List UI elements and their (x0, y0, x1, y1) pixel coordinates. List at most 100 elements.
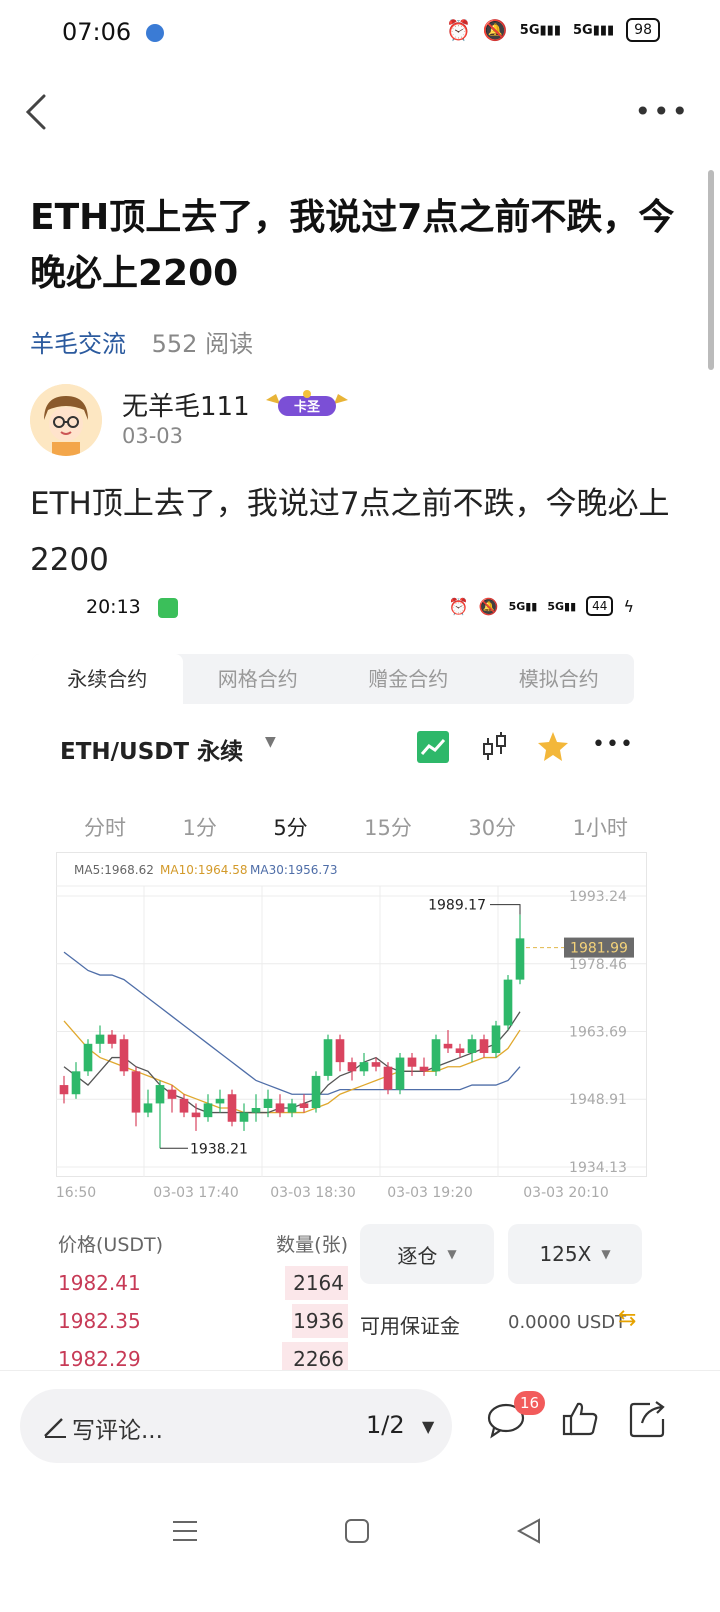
leverage-select[interactable]: 125X ▼ (508, 1224, 642, 1284)
post-date: 03-03 (122, 424, 184, 448)
scrollbar[interactable] (708, 170, 714, 370)
candle-body (383, 1066, 393, 1090)
signal-2-icon: 5G▮▮ (547, 599, 577, 613)
back-icon[interactable] (20, 90, 56, 134)
candle-body (323, 1039, 333, 1076)
comment-count-badge: 16 (514, 1391, 546, 1415)
candle-body (215, 1098, 225, 1104)
leverage-value: 125X (539, 1242, 592, 1266)
contract-tabs: 永续合约 网格合约 赠金合约 模拟合约 (32, 654, 634, 704)
chart-toggle-icon[interactable] (416, 730, 450, 764)
caret-down-icon[interactable]: ▼ (265, 734, 276, 750)
page-indicator[interactable]: 1/2 (366, 1411, 405, 1439)
tab-bonus[interactable]: 赠金合约 (333, 654, 484, 704)
status-time: 07:06 (62, 18, 132, 46)
caret-down-icon: ▼ (447, 1247, 457, 1261)
embedded-screenshot[interactable]: 20:13 ⏰ 🔕 5G▮▮ 5G▮▮ 44 ϟ 永续合约 网格合约 赠金合约 … (28, 590, 650, 1370)
back-nav-icon[interactable] (514, 1516, 544, 1546)
candlestick-chart[interactable]: MA5:1968.62 MA10:1964.58 MA30:1956.73 19… (56, 852, 648, 1202)
tab-grid[interactable]: 网格合约 (183, 654, 334, 704)
qty-header: 数量(张) (276, 1234, 348, 1256)
candle-body (479, 1039, 489, 1053)
embedded-status-icons: ⏰ 🔕 5G▮▮ 5G▮▮ 44 ϟ (449, 596, 634, 616)
candlestick-icon[interactable] (478, 730, 512, 764)
available-margin-value: 0.0000 USDT (508, 1312, 627, 1333)
status-bar: 07:06 ⏰ 🔕 5G▮▮▮ 5G▮▮▮ 98 (0, 0, 720, 64)
candle-body (131, 1071, 141, 1113)
tab-perpetual[interactable]: 永续合约 (32, 654, 183, 704)
signal-1-icon: 5G▮▮ (508, 599, 538, 613)
pencil-icon (44, 1418, 66, 1438)
author-name[interactable]: 无羊毛111 (122, 386, 250, 423)
candle-body (431, 1039, 441, 1072)
more-icon[interactable]: ••• (592, 730, 633, 764)
x-tick-label: 03-03 20:10 (523, 1185, 608, 1201)
candle-body (467, 1039, 477, 1053)
transfer-icon[interactable]: ⇆ (618, 1306, 636, 1331)
signal-1-icon: 5G▮▮▮ (519, 22, 561, 38)
alarm-icon: ⏰ (445, 18, 471, 42)
bottom-action-bar: 写评论... 1/2 ▼ 16 (0, 1370, 720, 1480)
candle-body (203, 1103, 213, 1118)
x-tick-label: 03-03 17:40 (153, 1185, 238, 1201)
available-margin-label: 可用保证金 (360, 1314, 460, 1338)
embedded-app-icon (158, 598, 178, 618)
margin-mode-select[interactable]: 逐仓 ▼ (360, 1224, 494, 1284)
charging-icon: ϟ (623, 596, 634, 616)
home-icon[interactable] (342, 1516, 372, 1546)
tab-simulated[interactable]: 模拟合约 (484, 654, 635, 704)
candle-body (227, 1094, 237, 1122)
interval-tab[interactable]: 30分 (468, 812, 516, 842)
ask-price: 1982.35 (58, 1309, 141, 1333)
order-book: 价格(USDT) 数量(张) 1982.41 2164 1982.35 1936… (58, 1230, 348, 1370)
ask-qty: 2164 (293, 1271, 344, 1295)
order-book-row[interactable]: 1982.41 2164 (58, 1264, 348, 1302)
alarm-icon: ⏰ (448, 596, 469, 616)
interval-tab[interactable]: 1分 (182, 812, 216, 842)
y-axis-labels: 1993.24 1978.46 1963.69 1948.91 1934.13 (569, 889, 627, 1176)
interval-tab[interactable]: 分时 (84, 812, 126, 842)
share-icon[interactable] (628, 1399, 668, 1439)
menu-icon[interactable] (170, 1516, 200, 1546)
ask-price: 1982.29 (58, 1347, 141, 1370)
battery-icon: 98 (626, 18, 660, 42)
x-tick-label: 03-03 19:20 (387, 1185, 472, 1201)
user-rank-badge: 卡圣 (266, 390, 348, 416)
order-book-row[interactable]: 1982.29 2266 (58, 1340, 348, 1370)
candle-body (419, 1066, 429, 1072)
interval-tab[interactable]: 5分 (273, 812, 307, 842)
y-tick-label: 1934.13 (569, 1160, 627, 1176)
candle-body (71, 1071, 81, 1095)
trading-pair[interactable]: ETH/USDT 永续 (60, 732, 243, 766)
avatar[interactable] (30, 384, 102, 456)
candle-body (347, 1062, 357, 1072)
candle-body (251, 1107, 261, 1113)
candle-body (155, 1085, 165, 1104)
comment-input[interactable]: 写评论... 1/2 ▼ (20, 1389, 452, 1463)
candle-body (455, 1048, 465, 1053)
candle-body (191, 1112, 201, 1118)
like-icon[interactable] (560, 1399, 600, 1439)
favorite-star-icon[interactable] (536, 730, 570, 764)
ask-qty: 1936 (293, 1309, 344, 1333)
last-price-label: 1981.99 (570, 941, 628, 957)
interval-tab[interactable]: 15分 (364, 812, 412, 842)
candle-body (371, 1062, 381, 1067)
system-navigation (0, 1490, 720, 1570)
pair-header: ETH/USDT 永续 ▼ ••• (60, 728, 640, 768)
more-options-icon[interactable]: ••• (634, 98, 690, 126)
author-row: 无羊毛111 卡圣 03-03 (30, 384, 690, 464)
caret-down-icon[interactable]: ▼ (422, 1417, 434, 1436)
chart-grid (56, 852, 647, 1177)
topic-link[interactable]: 羊毛交流 (30, 330, 126, 358)
y-tick-label: 1978.46 (569, 957, 627, 973)
order-book-row[interactable]: 1982.35 1936 (58, 1302, 348, 1340)
interval-tab[interactable]: 1小时 (573, 812, 628, 842)
chart-frame (56, 852, 647, 1177)
interval-tabs: 分时 1分 5分 15分 30分 1小时 (28, 812, 648, 842)
post-meta: 羊毛交流 552 阅读 (30, 324, 253, 359)
ask-qty: 2266 (293, 1347, 344, 1370)
candle-body (95, 1034, 105, 1044)
signal-2-icon: 5G▮▮▮ (572, 22, 615, 38)
candle-body (275, 1103, 285, 1113)
